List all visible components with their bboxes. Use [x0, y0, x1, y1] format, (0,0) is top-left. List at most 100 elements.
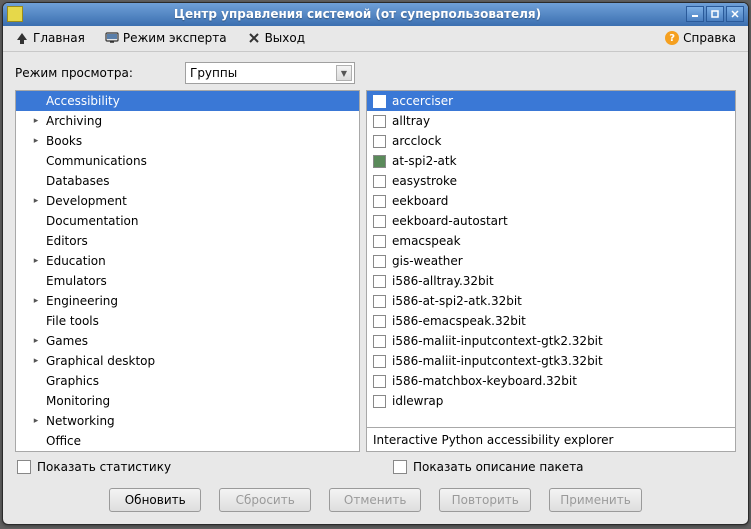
package-row[interactable]: eekboard	[367, 191, 735, 211]
view-mode-label: Режим просмотра:	[15, 66, 175, 80]
group-label: Emulators	[42, 274, 107, 288]
group-row[interactable]: ▸Archiving	[16, 111, 359, 131]
expander-icon[interactable]: ▸	[30, 136, 42, 146]
package-checkbox[interactable]	[373, 315, 386, 328]
group-row[interactable]: Graphics	[16, 371, 359, 391]
package-checkbox[interactable]	[373, 175, 386, 188]
group-row[interactable]: ▸Graphical desktop	[16, 351, 359, 371]
group-row[interactable]: Documentation	[16, 211, 359, 231]
group-label: Communications	[42, 154, 147, 168]
group-row[interactable]: Communications	[16, 151, 359, 171]
package-row[interactable]: i586-maliit-inputcontext-gtk3.32bit	[367, 351, 735, 371]
group-label: Engineering	[42, 294, 118, 308]
expander-icon[interactable]: ▸	[30, 116, 42, 126]
package-row[interactable]: accerciser	[367, 91, 735, 111]
package-row[interactable]: i586-at-spi2-atk.32bit	[367, 291, 735, 311]
maximize-button[interactable]	[706, 6, 724, 22]
package-checkbox[interactable]	[373, 155, 386, 168]
chevron-down-icon: ▼	[336, 65, 352, 81]
package-row[interactable]: i586-matchbox-keyboard.32bit	[367, 371, 735, 391]
group-row[interactable]: Editors	[16, 231, 359, 251]
group-label: Archiving	[42, 114, 102, 128]
package-checkbox[interactable]	[373, 235, 386, 248]
group-row[interactable]: ▸Books	[16, 131, 359, 151]
window-title: Центр управления системой (от суперпольз…	[29, 7, 686, 21]
exit-button[interactable]: Выход	[243, 29, 309, 47]
help-icon: ?	[665, 31, 679, 45]
close-button[interactable]	[726, 6, 744, 22]
package-label: idlewrap	[392, 394, 443, 408]
window-buttons	[686, 6, 744, 22]
expert-mode-button[interactable]: Режим эксперта	[101, 29, 231, 47]
groups-list[interactable]: Accessibility▸Archiving▸BooksCommunicati…	[16, 91, 359, 451]
group-label: Graphics	[42, 374, 99, 388]
group-row[interactable]: Monitoring	[16, 391, 359, 411]
packages-list[interactable]: accerciser alltray arcclockat-spi2-atk easy…	[367, 91, 735, 427]
titlebar[interactable]: Центр управления системой (от суперпольз…	[3, 3, 748, 26]
show-desc-checkbox[interactable]	[393, 460, 407, 474]
package-row[interactable]: arcclock	[367, 131, 735, 151]
group-label: Networking	[42, 414, 115, 428]
expander-icon[interactable]: ▸	[30, 336, 42, 346]
group-row[interactable]: Emulators	[16, 271, 359, 291]
package-row[interactable]: i586-emacspeak.32bit	[367, 311, 735, 331]
package-row[interactable]: gis-weather	[367, 251, 735, 271]
package-row[interactable]: idlewrap	[367, 391, 735, 411]
package-row[interactable]: i586-maliit-inputcontext-gtk2.32bit	[367, 331, 735, 351]
package-row[interactable]: i586-alltray.32bit	[367, 271, 735, 291]
package-label: alltray	[392, 114, 430, 128]
cancel-button[interactable]: Отменить	[329, 488, 421, 512]
package-description: Interactive Python accessibility explore…	[367, 427, 735, 451]
package-row[interactable]: easystroke	[367, 171, 735, 191]
package-row[interactable]: alltray	[367, 111, 735, 131]
show-stats-option[interactable]: Показать статистику	[15, 458, 385, 474]
expander-icon[interactable]: ▸	[30, 256, 42, 266]
package-checkbox[interactable]	[373, 295, 386, 308]
package-label: emacspeak	[392, 234, 461, 248]
apply-button[interactable]: Применить	[549, 488, 642, 512]
package-checkbox[interactable]	[373, 135, 386, 148]
refresh-button[interactable]: Обновить	[109, 488, 201, 512]
group-row[interactable]: ▸Networking	[16, 411, 359, 431]
help-button[interactable]: ? Справка	[661, 29, 740, 47]
package-checkbox[interactable]	[373, 355, 386, 368]
package-label: easystroke	[392, 174, 457, 188]
groups-pane: Accessibility▸Archiving▸BooksCommunicati…	[15, 90, 360, 452]
package-checkbox[interactable]	[373, 375, 386, 388]
home-label: Главная	[33, 31, 85, 45]
group-label: Accessibility	[42, 94, 120, 108]
group-row[interactable]: ▸Engineering	[16, 291, 359, 311]
package-checkbox[interactable]	[373, 275, 386, 288]
view-mode-combo[interactable]: Группы ▼	[185, 62, 355, 84]
group-row[interactable]: File tools	[16, 311, 359, 331]
expander-icon[interactable]: ▸	[30, 356, 42, 366]
redo-button[interactable]: Повторить	[439, 488, 531, 512]
minimize-button[interactable]	[686, 6, 704, 22]
show-desc-option[interactable]: Показать описание пакета	[391, 458, 736, 474]
package-checkbox[interactable]	[373, 195, 386, 208]
package-checkbox[interactable]	[373, 335, 386, 348]
expander-icon[interactable]: ▸	[30, 296, 42, 306]
expander-icon[interactable]: ▸	[30, 416, 42, 426]
package-checkbox[interactable]	[373, 95, 386, 108]
reset-button[interactable]: Сбросить	[219, 488, 311, 512]
package-checkbox[interactable]	[373, 215, 386, 228]
group-row[interactable]: Databases	[16, 171, 359, 191]
group-row[interactable]: Accessibility	[16, 91, 359, 111]
package-checkbox[interactable]	[373, 255, 386, 268]
group-row[interactable]: ▸Development	[16, 191, 359, 211]
help-label: Справка	[683, 31, 736, 45]
group-label: Development	[42, 194, 127, 208]
package-checkbox[interactable]	[373, 115, 386, 128]
package-row[interactable]: at-spi2-atk	[367, 151, 735, 171]
package-row[interactable]: eekboard-autostart	[367, 211, 735, 231]
expander-icon[interactable]: ▸	[30, 196, 42, 206]
group-label: Office	[42, 434, 81, 448]
group-row[interactable]: ▸Education	[16, 251, 359, 271]
group-row[interactable]: ▸Games	[16, 331, 359, 351]
package-row[interactable]: emacspeak	[367, 231, 735, 251]
package-checkbox[interactable]	[373, 395, 386, 408]
home-button[interactable]: Главная	[11, 29, 89, 47]
show-stats-checkbox[interactable]	[17, 460, 31, 474]
group-row[interactable]: Office	[16, 431, 359, 451]
